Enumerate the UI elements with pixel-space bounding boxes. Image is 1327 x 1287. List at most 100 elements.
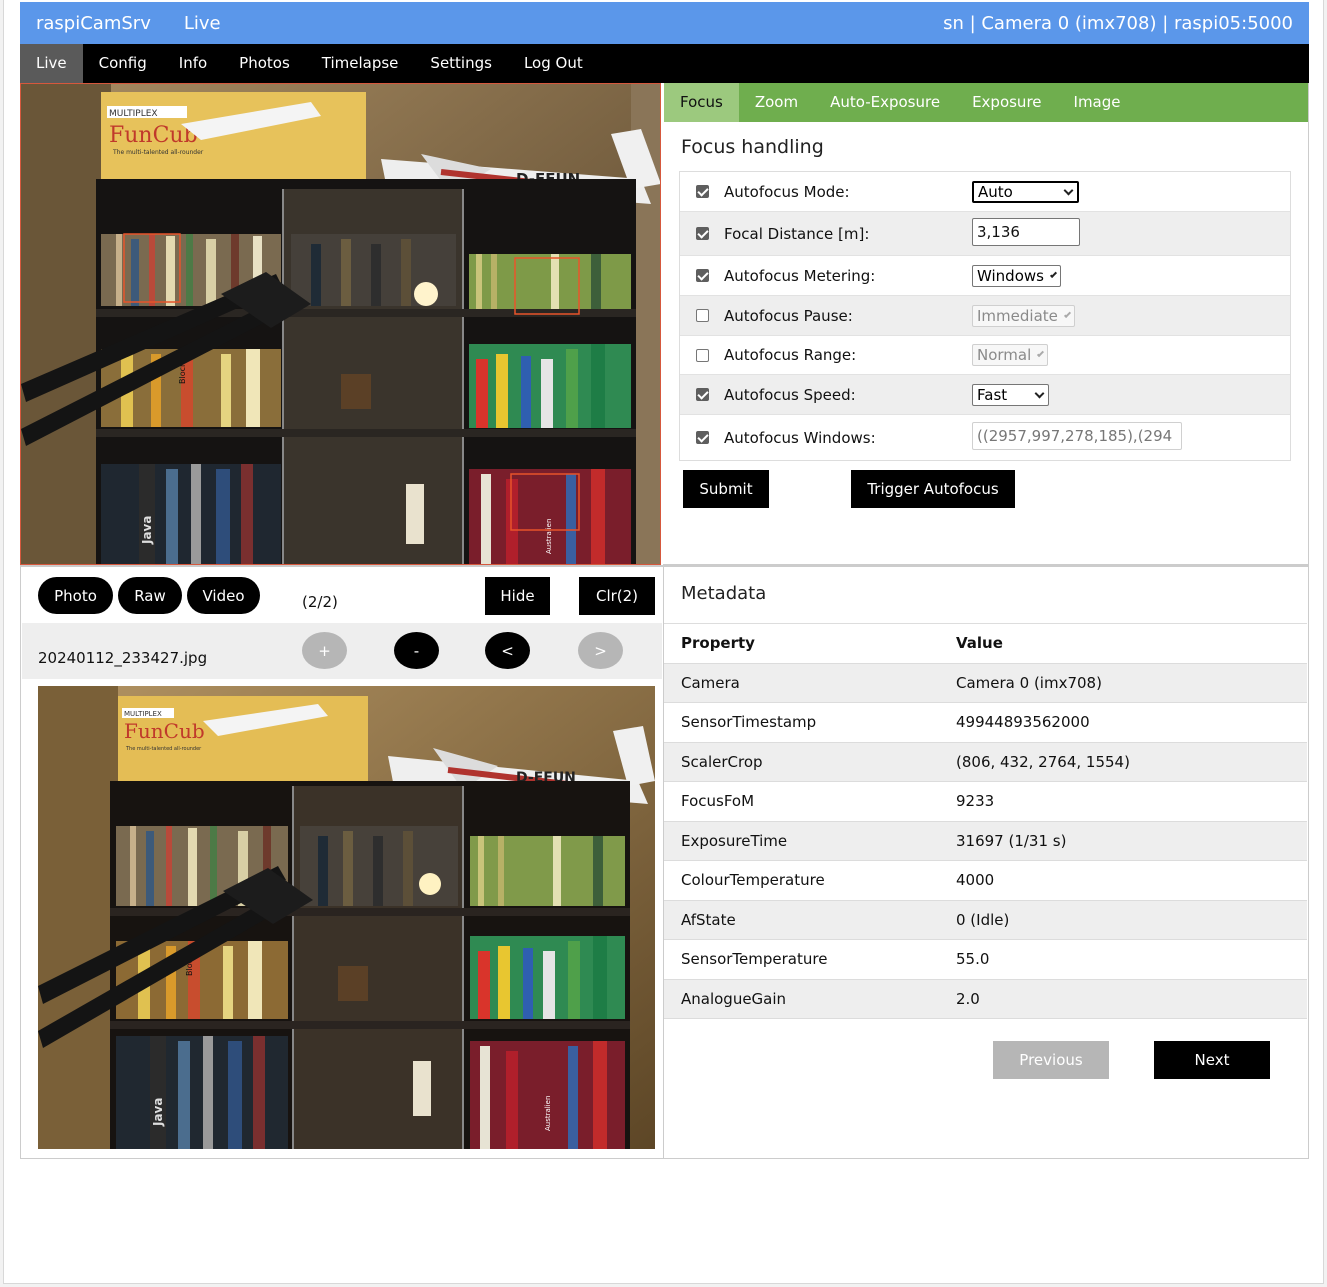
property-cell: Camera <box>681 673 740 692</box>
photo-button[interactable]: Photo <box>38 577 113 614</box>
table-row: ExposureTime 31697 (1/31 s) <box>664 821 1307 861</box>
poster-title: FunCub <box>124 719 205 743</box>
photo-panel: Photo Raw Video (2/2) Hide Clr(2) 202401… <box>20 565 664 1159</box>
value-cell: (806, 432, 2764, 1554) <box>956 752 1130 771</box>
captured-photo-image: MULTIPLEX FunCub The multi-talented all-… <box>38 686 655 1149</box>
value-cell: 0 (Idle) <box>956 910 1010 929</box>
autofocus-metering-select[interactable]: Windows <box>972 264 1061 287</box>
live-stream[interactable]: MULTIPLEX FunCub The multi-talented all-… <box>20 83 661 565</box>
nav-live[interactable]: Live <box>20 44 83 83</box>
value-cell: 55.0 <box>956 950 990 969</box>
hide-button[interactable]: Hide <box>485 577 550 615</box>
select-value: Normal <box>977 346 1032 364</box>
autofocus-speed-checkbox[interactable] <box>695 388 709 401</box>
focus-row-mode: Autofocus Mode: Auto <box>680 172 1290 212</box>
chevron-down-icon <box>1049 270 1058 278</box>
nav-logout[interactable]: Log Out <box>508 44 599 83</box>
tab-exposure[interactable]: Exposure <box>956 83 1057 122</box>
spine-australien: Australien <box>545 519 553 554</box>
focus-row-windows: Autofocus Windows: ((2957,997,278,185),(… <box>680 415 1290 460</box>
property-cell: ExposureTime <box>681 831 788 850</box>
next-photo-button[interactable]: > <box>578 632 623 669</box>
autofocus-pause-checkbox[interactable] <box>695 309 709 322</box>
zoom-in-button[interactable]: + <box>302 632 347 669</box>
field-label: Autofocus Windows: <box>724 428 876 447</box>
tab-image[interactable]: Image <box>1058 83 1137 122</box>
autofocus-metering-checkbox[interactable] <box>695 269 709 282</box>
nav-settings[interactable]: Settings <box>414 44 508 83</box>
autofocus-windows-input[interactable]: ((2957,997,278,185),(294 <box>972 421 1182 450</box>
metadata-title: Metadata <box>681 583 767 604</box>
focus-row-pause: Autofocus Pause: Immediate <box>680 296 1290 336</box>
property-cell: ScalerCrop <box>681 752 763 771</box>
chevron-right-icon: > <box>594 641 607 660</box>
poster-title: FunCub <box>109 123 198 148</box>
property-cell: AfState <box>681 910 736 929</box>
photo-filename: 20240112_233427.jpg <box>38 649 208 667</box>
photo-counter: (2/2) <box>302 593 338 611</box>
spine-java: Java <box>140 516 154 545</box>
focal-distance-input[interactable]: 3,136 <box>972 217 1080 246</box>
value-cell: 49944893562000 <box>956 713 1090 732</box>
trigger-autofocus-button[interactable]: Trigger Autofocus <box>851 470 1015 508</box>
table-row: SensorTemperature 55.0 <box>664 940 1307 980</box>
tab-auto-exposure[interactable]: Auto-Exposure <box>814 83 956 122</box>
zoom-out-button[interactable]: - <box>394 632 439 669</box>
autofocus-mode-select[interactable]: Auto <box>972 180 1079 203</box>
value-cell: 2.0 <box>956 989 980 1008</box>
field-label: Autofocus Metering: <box>724 266 876 285</box>
nav-info[interactable]: Info <box>163 44 223 83</box>
chevron-down-icon <box>1063 310 1072 318</box>
nav-config[interactable]: Config <box>83 44 163 83</box>
video-button[interactable]: Video <box>187 577 260 614</box>
table-row: ScalerCrop (806, 432, 2764, 1554) <box>664 742 1307 782</box>
page-title: Live <box>183 12 221 34</box>
autofocus-windows-checkbox[interactable] <box>695 431 709 444</box>
table-row: SensorTimestamp 49944893562000 <box>664 703 1307 743</box>
table-row: FocusFoM 9233 <box>664 782 1307 822</box>
property-cell: FocusFoM <box>681 792 755 811</box>
clear-photos-button[interactable]: Clr(2) <box>579 577 655 615</box>
field-label: Focal Distance [m]: <box>724 224 870 243</box>
table-row: Camera Camera 0 (imx708) <box>664 663 1307 703</box>
captured-photo: MULTIPLEX FunCub The multi-talented all-… <box>38 686 655 1149</box>
property-cell: AnalogueGain <box>681 989 787 1008</box>
autofocus-range-checkbox[interactable] <box>695 348 709 362</box>
focus-row-distance: Focal Distance [m]: 3,136 <box>680 212 1290 256</box>
spine-java: Java <box>151 1098 165 1127</box>
chevron-down-icon <box>1037 350 1045 357</box>
autofocus-speed-select[interactable]: Fast <box>972 383 1049 406</box>
minus-icon: - <box>413 641 420 660</box>
previous-photo-button[interactable]: < <box>485 632 530 669</box>
camera-identity: sn | Camera 0 (imx708) | raspi05:5000 <box>943 12 1293 34</box>
table-row: AfState 0 (Idle) <box>664 900 1307 940</box>
control-tabs: Focus Zoom Auto-Exposure Exposure Image <box>664 83 1308 122</box>
table-row: AnalogueGain 2.0 <box>664 979 1307 1019</box>
metadata-panel: Metadata Property Value Camera Camera 0 (… <box>663 565 1309 1159</box>
app-header: raspiCamSrv Live sn | Camera 0 (imx708) … <box>20 2 1309 44</box>
property-cell: SensorTemperature <box>681 950 828 969</box>
chevron-left-icon: < <box>501 641 514 660</box>
autofocus-range-select[interactable]: Normal <box>972 344 1048 366</box>
tab-focus[interactable]: Focus <box>664 83 739 122</box>
tab-zoom[interactable]: Zoom <box>739 83 814 122</box>
focus-settings-table: Autofocus Mode: Auto Focal Distance [m]:… <box>679 171 1291 461</box>
chevron-down-icon <box>1063 185 1074 195</box>
raw-button[interactable]: Raw <box>118 577 182 614</box>
autofocus-pause-select[interactable]: Immediate <box>972 304 1075 327</box>
spine-australien: Australien <box>544 1096 552 1131</box>
app-brand[interactable]: raspiCamSrv <box>36 13 151 34</box>
focal-distance-checkbox[interactable] <box>695 227 709 240</box>
submit-button[interactable]: Submit <box>683 470 769 508</box>
value-cell: 9233 <box>956 792 995 811</box>
property-cell: SensorTimestamp <box>681 713 817 732</box>
autofocus-mode-checkbox[interactable] <box>695 185 709 198</box>
previous-button[interactable]: Previous <box>993 1041 1109 1079</box>
nav-photos[interactable]: Photos <box>223 44 306 83</box>
main-nav: Live Config Info Photos Timelapse Settin… <box>20 44 1309 83</box>
metadata-table: Property Value Camera Camera 0 (imx708) S… <box>664 623 1307 1019</box>
next-button[interactable]: Next <box>1154 1041 1270 1079</box>
nav-timelapse[interactable]: Timelapse <box>306 44 415 83</box>
poster-brand: MULTIPLEX <box>124 710 162 718</box>
focus-row-metering: Autofocus Metering: Windows <box>680 256 1290 296</box>
